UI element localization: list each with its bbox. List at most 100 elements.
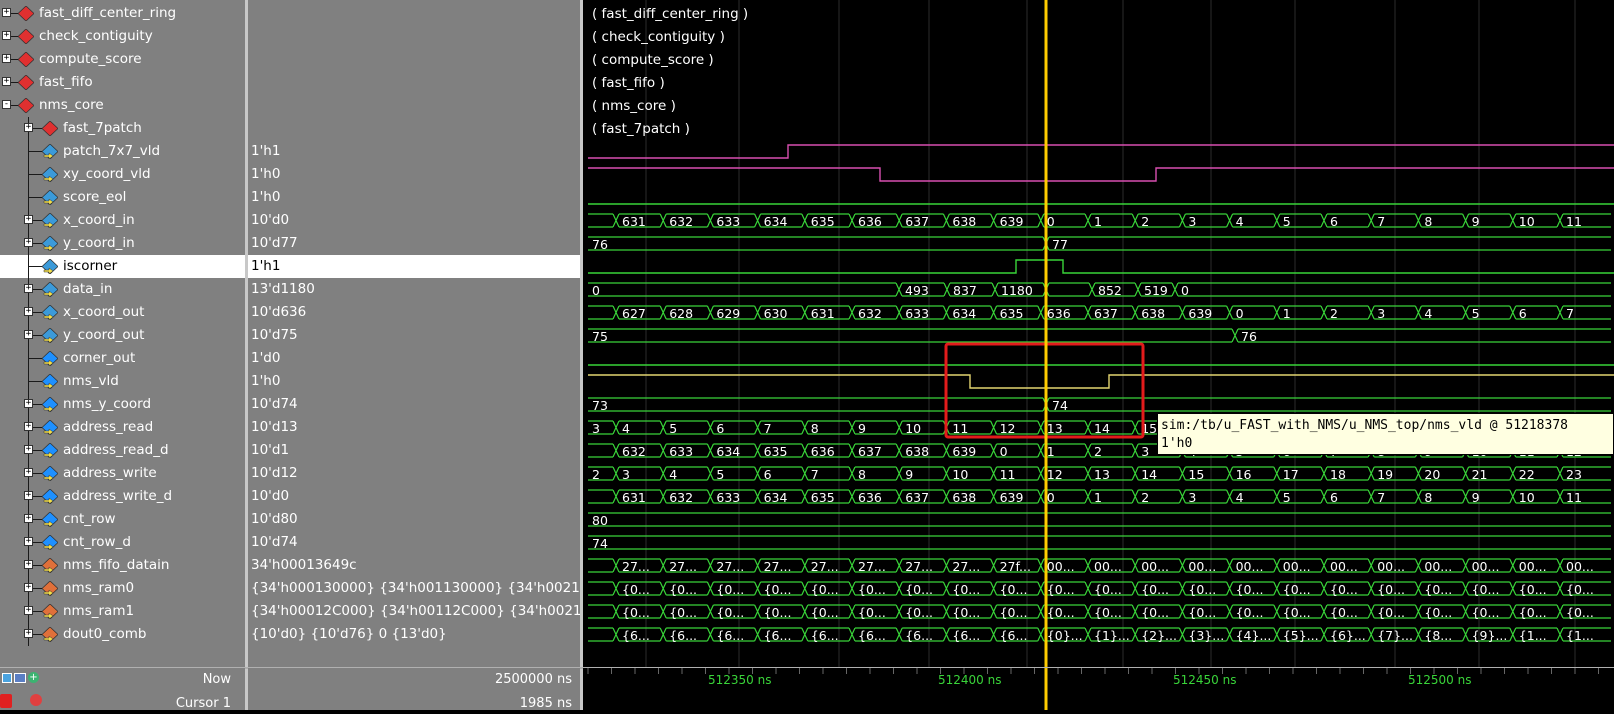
expand-icon[interactable]: + <box>24 422 33 431</box>
expand-icon[interactable]: + <box>24 560 33 569</box>
expand-icon[interactable]: + <box>2 54 11 63</box>
signal-row-compute-score[interactable]: + compute_score <box>0 48 245 71</box>
signal-value-row[interactable]: {34'h00012C000} {34'h00112C000} {34'h002… <box>248 600 580 623</box>
expand-icon[interactable]: + <box>2 77 11 86</box>
signal-row-nms-ram1[interactable]: + nms_ram1 <box>0 600 245 623</box>
expand-icon[interactable]: + <box>24 537 33 546</box>
signal-value-row[interactable]: {34'h000130000} {34'h001130000} {34'h002… <box>248 577 580 600</box>
signal-row-patch-7x7-vld[interactable]: patch_7x7_vld <box>0 140 245 163</box>
signal-value-row[interactable]: 1'h1 <box>248 140 580 163</box>
signal-row-nms-vld[interactable]: nms_vld <box>0 370 245 393</box>
signal-value-row[interactable]: 1'h0 <box>248 163 580 186</box>
signal-value: 10'd0 <box>251 488 290 504</box>
expand-icon[interactable]: + <box>24 215 33 224</box>
signal-value-row[interactable]: 10'd74 <box>248 393 580 416</box>
bus-transition <box>1320 604 1328 619</box>
signal-row-corner-out[interactable]: corner_out <box>0 347 245 370</box>
expand-icon[interactable]: + <box>24 629 33 638</box>
signal-row-iscorner[interactable]: iscorner <box>0 255 245 278</box>
signal-row-cnt-row[interactable]: + cnt_row <box>0 508 245 531</box>
signal-value-row[interactable]: {10'd0} {10'd76} 0 {13'd0} <box>248 623 580 646</box>
waveform-pane[interactable]: ( fast_diff_center_ring ) ( check_contigu… <box>583 0 1614 668</box>
signal-row-address-write-d[interactable]: + address_write_d <box>0 485 245 508</box>
signal-row-xy-coord-vld[interactable]: xy_coord_vld <box>0 163 245 186</box>
signal-row-fast-diff-center-ring[interactable]: + fast_diff_center_ring <box>0 2 245 25</box>
expand-icon[interactable]: + <box>24 399 33 408</box>
expand-icon[interactable]: + <box>24 284 33 293</box>
signal-value-row[interactable]: 10'd1 <box>248 439 580 462</box>
expand-icon[interactable]: + <box>24 238 33 247</box>
signal-value-row[interactable]: 34'h00013649c <box>248 554 580 577</box>
signal-value-row[interactable]: 1'h1 <box>248 255 580 278</box>
signal-row-y-coord-in[interactable]: + y_coord_in <box>0 232 245 255</box>
expand-icon[interactable]: + <box>24 514 33 523</box>
signal-value-row[interactable] <box>248 94 580 117</box>
cursor-list-icon[interactable] <box>14 673 26 683</box>
signal-value-row[interactable] <box>248 25 580 48</box>
expand-icon[interactable]: + <box>2 8 11 17</box>
zoom-in-icon[interactable]: + <box>28 672 39 683</box>
expand-icon[interactable]: + <box>2 31 11 40</box>
bus-value-label: 3 <box>1141 444 1149 459</box>
expand-icon[interactable]: + <box>24 606 33 615</box>
signal-row-score-eol[interactable]: score_eol <box>0 186 245 209</box>
signal-value-row[interactable]: 1'h0 <box>248 370 580 393</box>
lock-cursor-icon[interactable] <box>0 694 12 708</box>
bus-value-label: 8 <box>1424 214 1432 229</box>
signal-value-row[interactable]: 10'd80 <box>248 508 580 531</box>
signal-value-row[interactable]: 13'd1180 <box>248 278 580 301</box>
signal-value-row[interactable]: 10'd77 <box>248 232 580 255</box>
signal-row-address-read-d[interactable]: + address_read_d <box>0 439 245 462</box>
expand-icon[interactable]: + <box>24 583 33 592</box>
signal-diamond-icon <box>42 443 58 458</box>
signal-value-row[interactable] <box>248 71 580 94</box>
expand-icon[interactable]: + <box>24 445 33 454</box>
signal-value-row[interactable] <box>248 117 580 140</box>
signal-value-row[interactable]: 1'd0 <box>248 347 580 370</box>
bus-value-label: 21 <box>1472 467 1488 482</box>
signal-row-x-coord-out[interactable]: + x_coord_out <box>0 301 245 324</box>
bus-transition <box>754 420 762 435</box>
signal-row-cnt-row-d[interactable]: + cnt_row_d <box>0 531 245 554</box>
collapse-icon[interactable]: - <box>2 100 11 109</box>
signal-row-check-contiguity[interactable]: + check_contiguity <box>0 25 245 48</box>
signal-value-row[interactable]: 10'd75 <box>248 324 580 347</box>
signal-value-row[interactable]: 10'd636 <box>248 301 580 324</box>
signal-value-row[interactable] <box>248 2 580 25</box>
time-ruler[interactable]: 512350 ns 512400 ns 512450 ns 512500 ns <box>583 668 1614 710</box>
expand-icon[interactable]: + <box>24 491 33 500</box>
signal-value-row[interactable]: 10'd13 <box>248 416 580 439</box>
signal-row-address-read[interactable]: + address_read <box>0 416 245 439</box>
waveform-canvas[interactable]: ( fast_diff_center_ring ) ( check_contigu… <box>583 0 1614 668</box>
bus-transition <box>1178 627 1186 642</box>
signal-value-row[interactable]: 10'd12 <box>248 462 580 485</box>
signal-row-address-write[interactable]: + address_write <box>0 462 245 485</box>
bus-value-label: {0... <box>669 582 697 597</box>
signal-row-fast-fifo[interactable]: + fast_fifo <box>0 71 245 94</box>
bus-transition <box>990 558 998 573</box>
signal-row-fast-7patch[interactable]: + fast_7patch <box>0 117 245 140</box>
signal-row-nms-ram0[interactable]: + nms_ram0 <box>0 577 245 600</box>
expand-icon[interactable]: + <box>24 330 33 339</box>
signal-value-row[interactable]: 10'd0 <box>248 209 580 232</box>
signal-row-nms-y-coord[interactable]: + nms_y_coord <box>0 393 245 416</box>
expand-icon[interactable]: + <box>24 307 33 316</box>
signal-value-row[interactable] <box>248 48 580 71</box>
signal-row-data-in[interactable]: + data_in <box>0 278 245 301</box>
expand-icon[interactable]: + <box>24 468 33 477</box>
signal-row-dout0-comb[interactable]: + dout0_comb <box>0 623 245 646</box>
bus-value-label: 27... <box>952 559 980 574</box>
bus-value-label: 27... <box>905 559 933 574</box>
signal-row-nms-core[interactable]: - nms_core <box>0 94 245 117</box>
signal-value-row[interactable]: 10'd0 <box>248 485 580 508</box>
remove-cursor-icon[interactable] <box>30 694 42 706</box>
expand-icon[interactable]: + <box>24 123 33 132</box>
signal-row-y-coord-out[interactable]: + y_coord_out <box>0 324 245 347</box>
bus-value-label: 4 <box>622 421 630 436</box>
add-cursor-icon[interactable] <box>2 673 12 683</box>
signal-row-nms-fifo-datain[interactable]: + nms_fifo_datain <box>0 554 245 577</box>
signal-value-row[interactable]: 1'h0 <box>248 186 580 209</box>
signal-value: 1'h0 <box>251 373 281 389</box>
signal-row-x-coord-in[interactable]: + x_coord_in <box>0 209 245 232</box>
signal-value-row[interactable]: 10'd74 <box>248 531 580 554</box>
